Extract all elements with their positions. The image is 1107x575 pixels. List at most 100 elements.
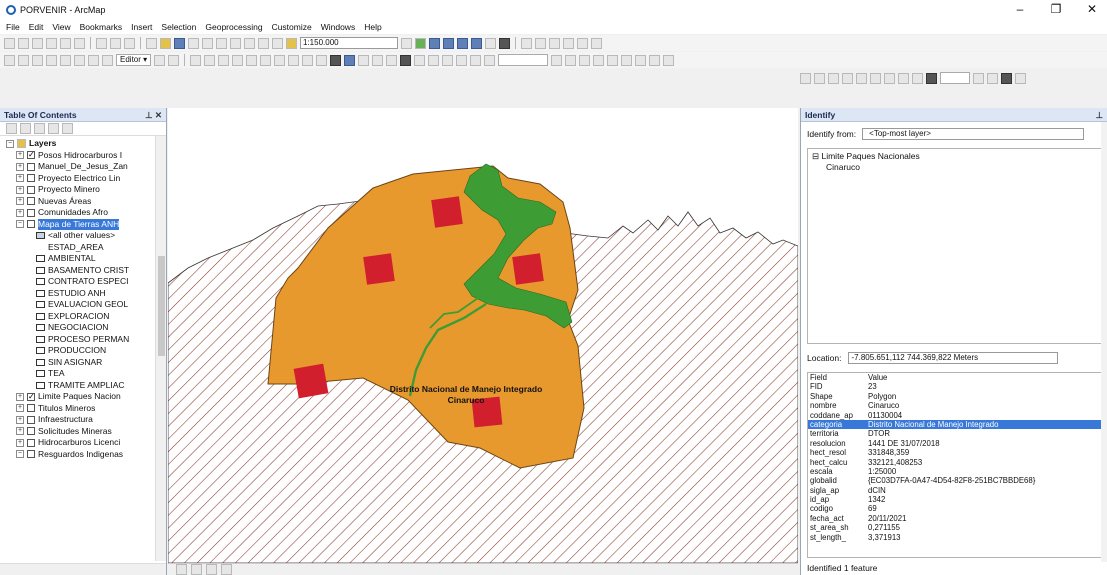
layer-checkbox[interactable] bbox=[27, 404, 35, 413]
maximize-button[interactable]: ❐ bbox=[1049, 2, 1063, 16]
editor-toolbar-icon[interactable] bbox=[415, 37, 426, 49]
layout-forward-icon[interactable] bbox=[912, 72, 923, 84]
layer-tool-button[interactable] bbox=[32, 37, 43, 49]
menu-bookmarks[interactable]: Bookmarks bbox=[80, 22, 123, 32]
list-by-visibility-icon[interactable] bbox=[34, 123, 45, 134]
find-route-icon[interactable] bbox=[414, 54, 426, 66]
table-row[interactable]: escala 1:25000 bbox=[808, 467, 1102, 476]
layer-checkbox[interactable] bbox=[27, 197, 35, 206]
identify-active-icon[interactable] bbox=[344, 54, 356, 66]
change-layout-icon[interactable] bbox=[1001, 72, 1012, 84]
select-features-icon[interactable] bbox=[4, 54, 15, 66]
add-data-icon[interactable] bbox=[286, 37, 297, 49]
layer-checkbox[interactable] bbox=[27, 220, 35, 229]
toc-options-icon[interactable] bbox=[62, 123, 73, 134]
identify-scrollbar[interactable] bbox=[1101, 122, 1107, 562]
draw-polyline-icon[interactable] bbox=[565, 54, 577, 66]
table-row[interactable]: sigla_ap dCIN bbox=[808, 486, 1102, 495]
menu-insert[interactable]: Insert bbox=[131, 22, 152, 32]
layer-checkbox[interactable] bbox=[27, 174, 35, 183]
layout-zoom-out-icon[interactable] bbox=[814, 72, 825, 84]
open-folder-icon[interactable] bbox=[160, 37, 171, 49]
tangent-icon[interactable] bbox=[577, 37, 588, 49]
measure-tool-icon[interactable] bbox=[386, 54, 398, 66]
draw-rectangle-icon[interactable] bbox=[593, 54, 605, 66]
table-row[interactable]: codigo 69 bbox=[808, 504, 1102, 513]
layer-item-selected[interactable]: − Mapa de Tierras ANH bbox=[6, 218, 166, 230]
zoom-in-icon[interactable] bbox=[190, 54, 202, 66]
python-window-icon[interactable] bbox=[485, 37, 496, 49]
collapse-icon[interactable]: − bbox=[16, 450, 24, 459]
fit-display-button[interactable] bbox=[46, 37, 57, 49]
draw-point-icon[interactable] bbox=[551, 54, 563, 66]
pause-drawing-icon[interactable] bbox=[221, 564, 232, 575]
map-marker-square[interactable] bbox=[363, 253, 395, 285]
layer-checkbox[interactable] bbox=[27, 391, 35, 402]
search-window-icon[interactable] bbox=[457, 37, 468, 49]
go-to-xy-icon[interactable] bbox=[428, 54, 440, 66]
layer-item[interactable]: + Nuevas Áreas bbox=[6, 196, 166, 208]
cut-icon[interactable] bbox=[202, 37, 213, 49]
expand-icon[interactable]: + bbox=[16, 415, 24, 424]
menu-help[interactable]: Help bbox=[364, 22, 381, 32]
time-slider-icon[interactable] bbox=[442, 54, 454, 66]
sketch-tool-icon[interactable] bbox=[168, 54, 180, 66]
layer-checkbox[interactable] bbox=[27, 208, 35, 217]
table-row[interactable]: FID 23 bbox=[808, 382, 1102, 391]
layout-zoom-in-icon[interactable] bbox=[800, 72, 811, 84]
clear-selection-icon[interactable] bbox=[18, 54, 29, 66]
location-field[interactable]: -7.805.651,112 744.369,822 Meters bbox=[847, 352, 1058, 364]
grid-icon[interactable] bbox=[591, 37, 602, 49]
layer-item[interactable]: + Proyecto Electrico Lin bbox=[6, 173, 166, 185]
layer-item[interactable]: + Manuel_De_Jesus_Zan bbox=[6, 161, 166, 173]
table-row[interactable]: Shape Polygon bbox=[808, 392, 1102, 401]
expand-icon[interactable]: + bbox=[16, 208, 24, 217]
minimize-button[interactable]: – bbox=[1013, 2, 1027, 16]
draw-line-icon[interactable] bbox=[32, 54, 43, 66]
layout-button[interactable] bbox=[124, 37, 135, 49]
expand-icon[interactable]: + bbox=[16, 392, 24, 401]
zoom-out-icon[interactable] bbox=[204, 54, 216, 66]
draw-text-icon[interactable] bbox=[621, 54, 633, 66]
arctoolbox-icon[interactable] bbox=[471, 37, 482, 49]
table-row[interactable]: id_ap 1342 bbox=[808, 495, 1102, 504]
layer-item[interactable]: + Limite Paques Nacion bbox=[6, 391, 166, 403]
swipe-icon[interactable] bbox=[470, 54, 482, 66]
catalog-window-icon[interactable] bbox=[443, 37, 454, 49]
find-icon[interactable] bbox=[400, 54, 412, 66]
draw-curve-icon[interactable] bbox=[46, 54, 57, 66]
intersection-icon[interactable] bbox=[549, 37, 560, 49]
menu-windows[interactable]: Windows bbox=[321, 22, 355, 32]
expand-icon[interactable]: + bbox=[16, 185, 24, 194]
menu-edit[interactable]: Edit bbox=[29, 22, 44, 32]
layer-checkbox[interactable] bbox=[27, 162, 35, 171]
layer-item[interactable]: + Hidrocarburos Licenci bbox=[6, 437, 166, 449]
menu-customize[interactable]: Customize bbox=[272, 22, 312, 32]
refresh-icon[interactable] bbox=[206, 564, 217, 575]
edit-tool-icon[interactable] bbox=[154, 54, 166, 66]
forward-extent-icon[interactable] bbox=[288, 54, 300, 66]
layer-item[interactable]: + Titulos Mineros bbox=[6, 403, 166, 415]
create-viewer-icon[interactable] bbox=[456, 54, 468, 66]
layer-checkbox[interactable] bbox=[27, 427, 35, 436]
layer-checkbox[interactable] bbox=[27, 185, 35, 194]
model-builder-icon[interactable] bbox=[499, 37, 510, 49]
hyperlink-icon[interactable] bbox=[358, 54, 370, 66]
undo-icon[interactable] bbox=[258, 37, 269, 49]
layout-color-icon[interactable] bbox=[926, 72, 937, 84]
table-row[interactable]: resolucion 1441 DE 31/07/2018 bbox=[808, 439, 1102, 448]
html-popup-icon[interactable] bbox=[372, 54, 384, 66]
menu-file[interactable]: File bbox=[6, 22, 20, 32]
draw-label-icon[interactable] bbox=[663, 54, 675, 66]
pin-icon[interactable]: ⊥ bbox=[1096, 108, 1103, 122]
toc-window-icon[interactable] bbox=[429, 37, 440, 49]
layout-back-icon[interactable] bbox=[898, 72, 909, 84]
expand-icon[interactable]: + bbox=[16, 404, 24, 413]
layer-item[interactable]: + Proyecto Minero bbox=[6, 184, 166, 196]
scale-dropdown-icon[interactable] bbox=[401, 37, 412, 49]
table-row[interactable]: hect_resol 331848,359 bbox=[808, 448, 1102, 457]
toc-horizontal-scrollbar[interactable] bbox=[0, 563, 166, 575]
data-driven-pages-icon[interactable] bbox=[1015, 72, 1026, 84]
menu-view[interactable]: View bbox=[52, 22, 70, 32]
layer-item[interactable]: − Resguardos Indigenas bbox=[6, 449, 166, 461]
